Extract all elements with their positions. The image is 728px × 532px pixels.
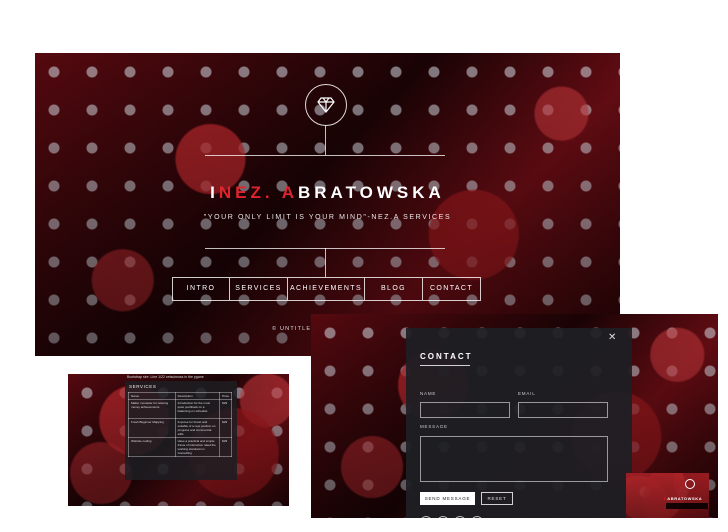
table-cell: Fresh Beginner Mapping: [128, 418, 176, 438]
table-cell: $29: [219, 437, 232, 457]
facebook-icon[interactable]: f: [437, 516, 449, 518]
table-cell: $29: [219, 399, 232, 419]
nav-services[interactable]: SERVICES: [230, 278, 288, 300]
table-header-row: Name Description Price: [128, 392, 232, 400]
preview-thumbnail[interactable]: I ABRATOWSKA: [626, 473, 709, 518]
contact-title: CONTACT: [420, 352, 473, 361]
email-label: EMAIL: [518, 391, 536, 396]
logo[interactable]: [305, 84, 347, 126]
top-divider: [205, 155, 445, 156]
services-heading: SERVICES: [129, 384, 157, 389]
table-cell: Introduction for the most quiet pushback…: [174, 399, 221, 419]
contact-panel: ✕ CONTACT NAME EMAIL MESSAGE SEND MESSAG…: [406, 328, 632, 518]
nav-intro[interactable]: INTRO: [173, 278, 230, 300]
services-table: Name Description Price Maker movaster fo…: [128, 392, 232, 457]
nav-achievements[interactable]: ACHIEVEMENTS: [288, 278, 365, 300]
thumbnail-logo-icon: [685, 479, 695, 489]
email-field[interactable]: [518, 402, 608, 418]
copyright-text: © UNTITLED: [272, 326, 317, 332]
diamond-icon: [317, 97, 335, 113]
top-connector-line: [325, 125, 326, 155]
title-accent: NEZ. A: [218, 183, 298, 202]
column-header: Name: [128, 392, 176, 400]
reset-button[interactable]: RESET: [481, 492, 513, 505]
nav-contact[interactable]: CONTACT: [423, 278, 480, 300]
thumbnail-nav-bar: [666, 503, 708, 509]
name-label: NAME: [420, 391, 437, 396]
send-message-button[interactable]: SEND MESSAGE: [420, 492, 475, 505]
table-row: Maker movaster for relaxing money achiev…: [128, 399, 232, 419]
bottom-connector-line: [325, 248, 326, 277]
table-row: Fresh Beginner Mapping Improve for Fresh…: [128, 418, 232, 438]
tagline: "YOUR ONLY LIMIT IS YOUR MIND"-NEZ.A SER…: [203, 214, 452, 221]
close-icon[interactable]: ✕: [608, 332, 616, 343]
table-cell: $29: [219, 418, 232, 438]
thumbnail-title-rest: ABRATOWSKA: [667, 496, 703, 501]
hero-section: INEZ. ABRATOWSKA "YOUR ONLY LIMIT IS YOU…: [35, 53, 620, 356]
instagram-icon[interactable]: ◎: [454, 516, 466, 518]
thumbnail-title: I ABRATOWSKA: [664, 496, 702, 501]
twitter-icon[interactable]: t: [420, 516, 432, 518]
name-field[interactable]: [420, 402, 510, 418]
table-row: Website coding Have a practical and simp…: [128, 437, 232, 457]
table-cell: Maker movaster for relaxing money achiev…: [128, 399, 176, 419]
thumbnail-title-accent: I: [664, 496, 666, 501]
title-underline: [420, 365, 470, 366]
title-rest: BRATOWSKA: [298, 183, 445, 202]
services-panel: SERVICES Name Description Price Maker mo…: [125, 381, 237, 480]
github-icon[interactable]: ●: [471, 516, 483, 518]
table-cell: Website coding: [128, 437, 176, 457]
services-preview: Bootstrap sire. Line 1/22 cetsuimuss in …: [68, 374, 289, 506]
main-nav: INTRO SERVICES ACHIEVEMENTS BLOG CONTACT: [172, 277, 481, 301]
services-note: Bootstrap sire. Line 1/22 cetsuimuss in …: [127, 375, 204, 379]
page-title: INEZ. ABRATOWSKA: [35, 183, 620, 203]
nav-blog[interactable]: BLOG: [365, 278, 423, 300]
message-field[interactable]: [420, 436, 608, 482]
column-header: Price: [219, 392, 232, 400]
table-cell: Improve for Fresh and suitable of a new …: [174, 418, 221, 438]
message-label: MESSAGE: [420, 424, 448, 429]
table-cell: Have a practical and simple frame of ins…: [174, 437, 221, 457]
column-header: Description: [174, 392, 221, 400]
title-initial: I: [210, 183, 219, 202]
